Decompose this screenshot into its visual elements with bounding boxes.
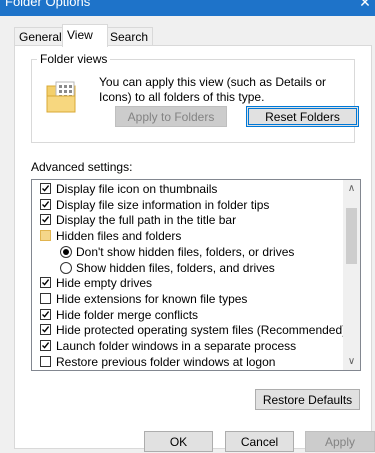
setting-checkbox[interactable] (40, 198, 51, 210)
setting-label: Hide folder merge conflicts (56, 307, 199, 322)
restore-defaults-button[interactable]: Restore Defaults (255, 389, 360, 410)
setting-checkbox[interactable] (40, 214, 51, 226)
setting-radio[interactable] (60, 245, 72, 258)
scroll-up-icon[interactable]: ∧ (343, 180, 360, 197)
setting-row[interactable]: Display the full path in the title bar (40, 212, 237, 228)
setting-checkbox[interactable] (40, 277, 51, 289)
folder-views-legend: Folder views (37, 52, 111, 66)
setting-label: Hide empty drives (56, 276, 153, 291)
setting-label: Display file icon on thumbnails (56, 182, 218, 196)
setting-row[interactable]: Hide protected operating system files (R… (40, 322, 347, 338)
vertical-scrollbar[interactable]: ∧ ∨ (343, 180, 360, 370)
setting-checkbox[interactable] (40, 355, 51, 367)
setting-label: Hide protected operating system files (R… (56, 323, 347, 338)
setting-label: Don't show hidden files, folders, or dri… (76, 244, 295, 259)
setting-row[interactable]: Hidden files and folders (40, 228, 182, 244)
scroll-down-icon[interactable]: ∨ (343, 353, 360, 370)
folder-views-description: You can apply this view (such as Details… (99, 75, 327, 104)
tab-general[interactable]: General (14, 27, 65, 46)
setting-label: Hide extensions for known file types (56, 291, 248, 306)
setting-checkbox[interactable] (40, 324, 51, 336)
folder-views-icon (46, 81, 76, 113)
tab-view[interactable]: View (62, 24, 108, 47)
setting-label: Hidden files and folders (56, 229, 182, 244)
apply-to-folders-button[interactable]: Apply to Folders (115, 106, 227, 127)
scrollbar-thumb[interactable] (346, 208, 357, 264)
close-icon[interactable]: ✕ (355, 0, 375, 11)
reset-folders-button[interactable]: Reset Folders (246, 106, 359, 127)
setting-row[interactable]: Hide extensions for known file types (40, 291, 248, 307)
cancel-button[interactable]: Cancel (225, 431, 294, 452)
setting-checkbox[interactable] (40, 292, 51, 304)
setting-row[interactable]: Hide folder merge conflicts (40, 307, 199, 323)
setting-checkbox[interactable] (40, 183, 51, 194)
setting-checkbox[interactable] (40, 340, 51, 351)
setting-label: Restore previous folder windows at logon (56, 354, 276, 369)
setting-label: Show hidden files, folders, and drives (76, 260, 275, 275)
setting-label: Display file size information in folder … (56, 197, 270, 212)
setting-label: Display the full path in the title bar (56, 213, 237, 228)
apply-button[interactable]: Apply (305, 431, 375, 452)
advanced-settings-label: Advanced settings: (31, 160, 133, 174)
folder-icon (40, 230, 51, 242)
setting-label: Launch folder windows in a separate proc… (56, 339, 297, 353)
setting-row[interactable]: Launch folder windows in a separate proc… (40, 338, 297, 354)
setting-radio[interactable] (60, 261, 72, 274)
setting-row[interactable]: Hide empty drives (40, 275, 153, 291)
setting-row[interactable]: Show hidden files, folders, and drives (60, 260, 275, 276)
title-bar[interactable]: Folder Options ✕ (0, 0, 375, 16)
setting-row[interactable]: Restore previous folder windows at logon (40, 354, 276, 370)
setting-row[interactable]: Display file icon on thumbnails (40, 181, 218, 197)
advanced-settings-list[interactable]: Display file icon on thumbnails Display f… (31, 179, 361, 371)
tab-search[interactable]: Search (105, 27, 153, 46)
setting-row[interactable]: Don't show hidden files, folders, or dri… (60, 244, 295, 260)
ok-button[interactable]: OK (144, 431, 213, 452)
setting-checkbox[interactable] (40, 308, 51, 320)
window-title: Folder Options (5, 0, 91, 9)
folder-views-group: Folder views You can apply this view (su… (31, 52, 359, 143)
view-tab-panel: Folder views You can apply this view (su… (14, 45, 372, 449)
setting-row[interactable]: Display file size information in folder … (40, 197, 270, 213)
